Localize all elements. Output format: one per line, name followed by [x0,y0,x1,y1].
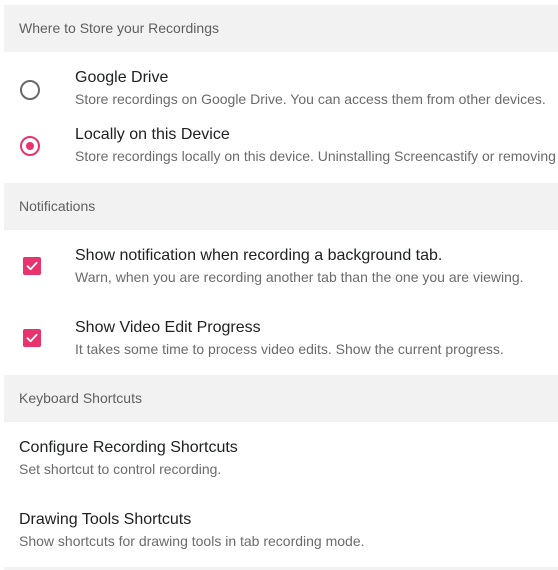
local-device-option[interactable]: Locally on this Device Store recordings … [0,119,558,175]
background-tab-description: Warn, when you are recording another tab… [75,269,524,285]
drawing-tools-shortcuts-title: Drawing Tools Shortcuts [19,511,192,528]
video-edit-progress-title: Show Video Edit Progress [75,319,261,336]
configure-recording-shortcuts-title: Configure Recording Shortcuts [19,439,238,456]
local-device-title: Locally on this Device [75,126,230,143]
video-edit-progress-option[interactable]: Show Video Edit Progress It takes some t… [0,312,558,372]
video-edit-progress-description: It takes some time to process video edit… [75,341,504,357]
background-tab-notification-option[interactable]: Show notification when recording a backg… [0,240,558,300]
google-drive-description: Store recordings on Google Drive. You ca… [75,91,546,107]
drawing-tools-shortcuts-description: Show shortcuts for drawing tools in tab … [19,533,365,549]
check-icon [26,333,38,343]
background-tab-checkbox[interactable] [23,257,41,275]
background-tab-title: Show notification when recording a backg… [75,247,443,264]
notifications-section-header: Notifications [4,183,558,230]
local-device-radio[interactable] [20,136,40,156]
video-edit-progress-checkbox[interactable] [23,329,41,347]
storage-section-header: Where to Store your Recordings [4,5,558,52]
shortcuts-section-header: Keyboard Shortcuts [4,375,558,422]
google-drive-title: Google Drive [75,69,169,86]
google-drive-option[interactable]: Google Drive Store recordings on Google … [0,62,558,118]
drawing-tools-shortcuts-item[interactable]: Drawing Tools Shortcuts Show shortcuts f… [0,504,558,564]
configure-recording-shortcuts-description: Set shortcut to control recording. [19,461,222,477]
google-drive-radio[interactable] [20,80,40,100]
check-icon [26,261,38,271]
settings-page: Where to Store your Recordings Google Dr… [0,0,558,570]
configure-recording-shortcuts-item[interactable]: Configure Recording Shortcuts Set shortc… [0,432,558,492]
local-device-description: Store recordings locally on this device.… [75,148,556,164]
